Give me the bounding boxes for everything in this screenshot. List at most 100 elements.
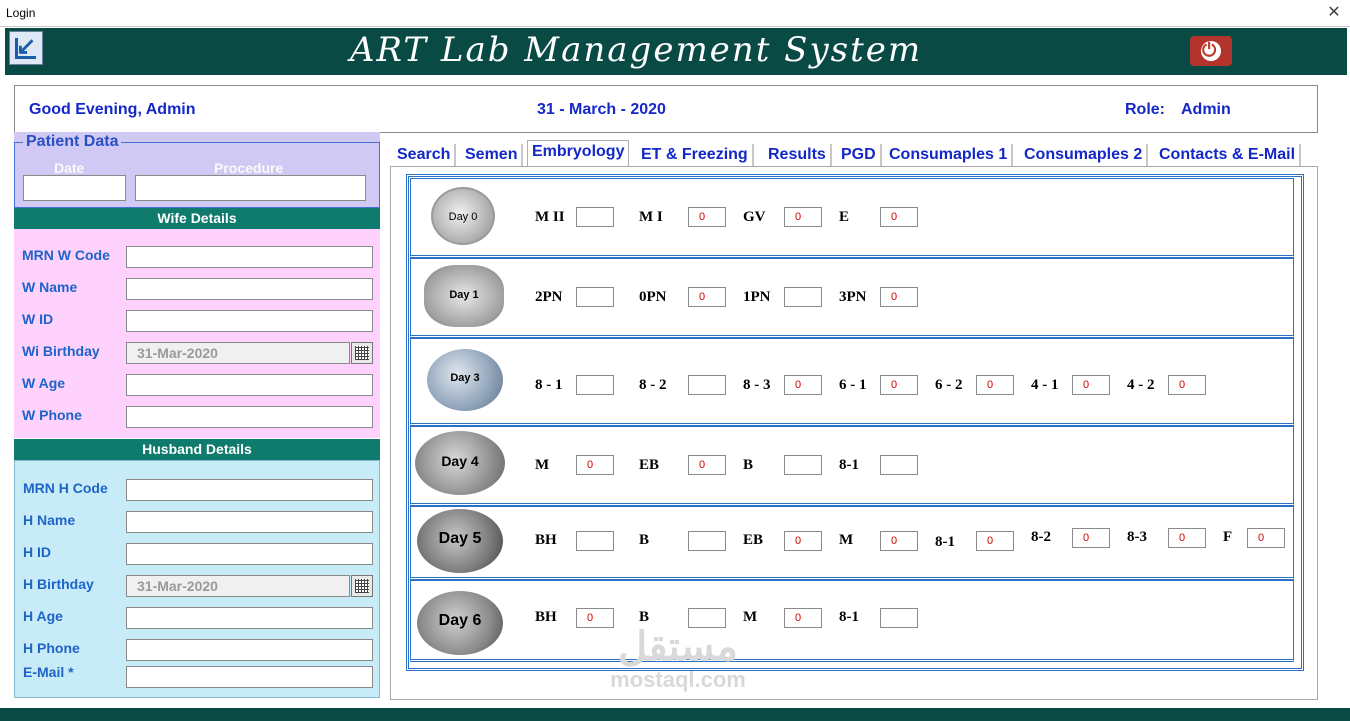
8-1-label: 8 - 1 [535, 377, 563, 393]
day-3-image-label: Day 3 [450, 372, 480, 384]
tab-contacts-email[interactable]: Contacts & E-Mail [1155, 144, 1302, 166]
patient-data-panel: Patient Data Date Procedure [14, 132, 380, 208]
tab-embryology[interactable]: Embryology [527, 140, 630, 169]
tab-search[interactable]: Search [393, 144, 457, 166]
8-3-label: 8 - 3 [743, 377, 771, 393]
eb-field[interactable]: 0 [688, 455, 726, 475]
h-phone-field[interactable] [126, 639, 373, 661]
6-1-field[interactable]: 0 [880, 375, 918, 395]
8-2-field[interactable]: 0 [1072, 528, 1110, 548]
b-field[interactable] [784, 455, 822, 475]
date-field[interactable] [23, 175, 126, 201]
tab-semen[interactable]: Semen [461, 144, 524, 166]
h-phone-label: H Phone [23, 640, 80, 656]
greeting-text: Good Evening, Admin [29, 101, 196, 118]
8-1-field[interactable] [880, 608, 918, 628]
eb-label: EB [639, 457, 660, 473]
w-id-field[interactable] [126, 310, 373, 332]
h-id-field[interactable] [126, 543, 373, 565]
husband-details-header: Husband Details [14, 439, 380, 460]
8-3-label: 8-3 [1127, 529, 1147, 545]
wi-birthday-field[interactable]: 31-Mar-2020 [126, 342, 350, 364]
e-label: E [839, 209, 850, 225]
4-2-field[interactable]: 0 [1168, 375, 1206, 395]
day-6-row: Day 6 BH 0 B M 0 8-1 [410, 580, 1294, 662]
day-4-row: Day 4 M 0 EB 0 B 8-1 [410, 426, 1294, 506]
4-1-field[interactable]: 0 [1072, 375, 1110, 395]
tab-et-freezing[interactable]: ET & Freezing [637, 144, 754, 166]
b-field[interactable] [688, 531, 726, 551]
8-2-field[interactable] [688, 375, 726, 395]
day-5-row: Day 5 BH B EB 0 M 0 8-1 0 8-2 0 8-3 0 F … [410, 506, 1294, 580]
6-2-field[interactable]: 0 [976, 375, 1014, 395]
0pn-field[interactable]: 0 [688, 287, 726, 307]
m-field[interactable]: 0 [784, 608, 822, 628]
watermark-arabic: مستقل [618, 625, 738, 669]
4-1-label: 4 - 1 [1031, 377, 1059, 393]
day-6-image: Day 6 [417, 591, 503, 655]
bh-field[interactable] [576, 531, 614, 551]
mrn-w-code-label: MRN W Code [22, 247, 110, 263]
email-field[interactable] [126, 666, 373, 688]
day-0-image: Day 0 [431, 187, 495, 245]
w-age-field[interactable] [126, 374, 373, 396]
day-4-image-label: Day 4 [441, 453, 479, 469]
eb-label: EB [743, 532, 764, 548]
m-ii-field[interactable] [576, 207, 614, 227]
tab-consumaples-2[interactable]: Consumaples 2 [1020, 144, 1149, 166]
m-i-label: M I [639, 209, 663, 225]
watermark-latin: mostaql.com [610, 667, 746, 692]
b-label: B [639, 532, 650, 548]
m-i-field[interactable]: 0 [688, 207, 726, 227]
husband-details-panel: MRN H Code H Name H ID H Birthday 31-Mar… [14, 460, 380, 698]
tab-results[interactable]: Results [764, 144, 832, 166]
procedure-field[interactable] [135, 175, 366, 201]
watermark: مستقل mostaql.com [593, 625, 763, 691]
m-label: M [743, 609, 758, 625]
wi-birthday-label: Wi Birthday [22, 343, 100, 359]
procedure-label: Procedure [214, 160, 284, 176]
8-3-field[interactable]: 0 [784, 375, 822, 395]
8-1-field[interactable]: 0 [976, 531, 1014, 551]
app-title: ART Lab Management System [349, 30, 923, 70]
tab-pgd[interactable]: PGD [837, 144, 882, 166]
day-1-image-label: Day 1 [449, 289, 479, 301]
f-label: F [1223, 529, 1233, 545]
h-name-field[interactable] [126, 511, 373, 533]
calendar-icon[interactable] [351, 575, 373, 597]
gv-field[interactable]: 0 [784, 207, 822, 227]
eb-field[interactable]: 0 [784, 531, 822, 551]
mrn-h-code-label: MRN H Code [23, 480, 108, 496]
3pn-field[interactable]: 0 [880, 287, 918, 307]
mrn-h-code-field[interactable] [126, 479, 373, 501]
m-field[interactable]: 0 [576, 455, 614, 475]
m-ii-label: M II [535, 209, 565, 225]
w-id-label: W ID [22, 311, 54, 327]
tab-consumaples-1[interactable]: Consumaples 1 [885, 144, 1014, 166]
mrn-w-code-field[interactable] [126, 246, 373, 268]
4-2-label: 4 - 2 [1127, 377, 1155, 393]
w-phone-field[interactable] [126, 406, 373, 428]
power-icon[interactable] [1190, 36, 1232, 66]
date-label: Date [54, 160, 85, 176]
8-1-field[interactable] [880, 455, 918, 475]
b-label: B [639, 609, 650, 625]
day-6-image-label: Day 6 [438, 612, 482, 629]
h-birthday-field[interactable]: 31-Mar-2020 [126, 575, 350, 597]
m-field[interactable]: 0 [880, 531, 918, 551]
8-1-label: 8-1 [935, 534, 955, 550]
h-birthday-label: H Birthday [23, 576, 94, 592]
2pn-field[interactable] [576, 287, 614, 307]
close-icon[interactable]: ✕ [1324, 2, 1344, 22]
f-field[interactable]: 0 [1247, 528, 1285, 548]
window-title: Login [6, 6, 36, 20]
8-2-label: 8 - 2 [639, 377, 667, 393]
8-1-field[interactable] [576, 375, 614, 395]
m-label: M [839, 532, 854, 548]
h-age-field[interactable] [126, 607, 373, 629]
8-3-field[interactable]: 0 [1168, 528, 1206, 548]
calendar-icon[interactable] [351, 342, 373, 364]
1pn-field[interactable] [784, 287, 822, 307]
w-name-field[interactable] [126, 278, 373, 300]
e-field[interactable]: 0 [880, 207, 918, 227]
